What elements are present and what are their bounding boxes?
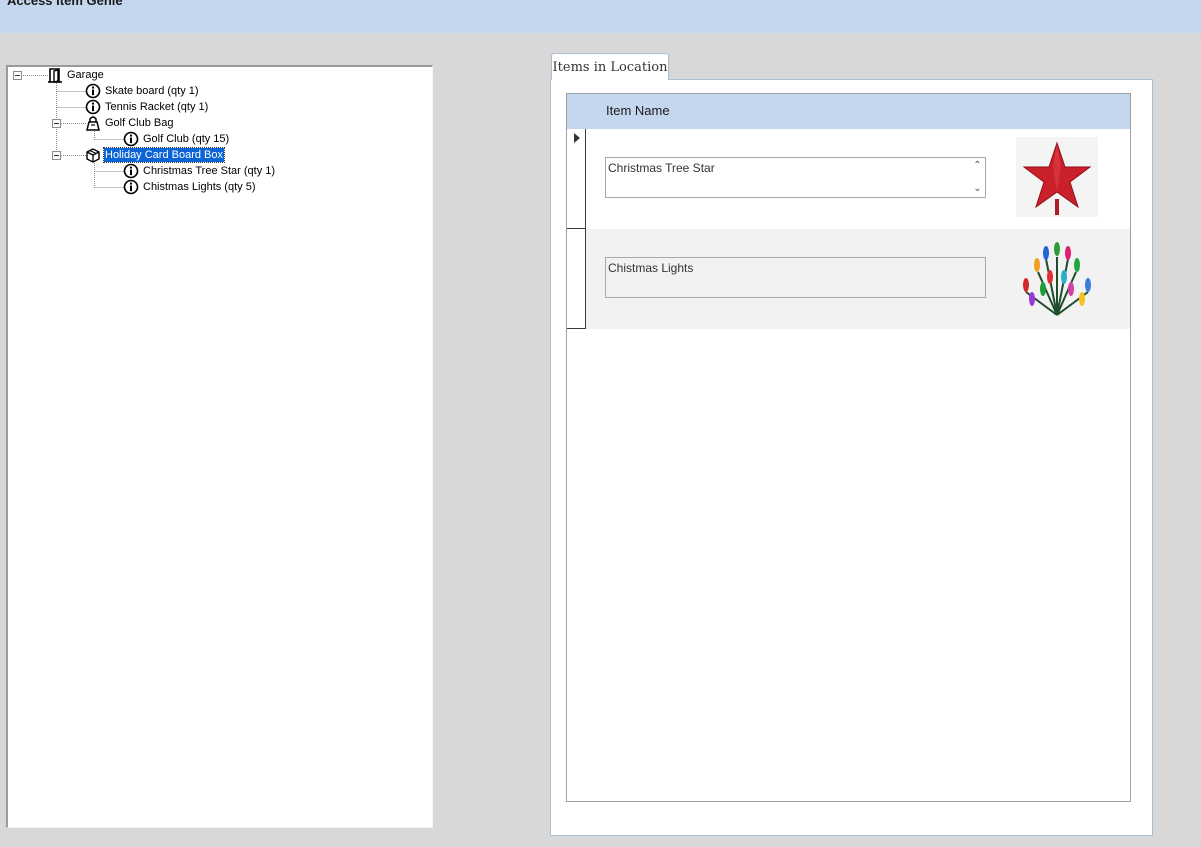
tree-node-label: Golf Club (qty 15) — [143, 133, 230, 145]
record-selector[interactable] — [567, 229, 586, 329]
tree-node-label: Skate board (qty 1) — [105, 85, 199, 97]
item-image — [1016, 137, 1098, 217]
string-lights-icon — [1023, 242, 1091, 316]
tree-node-holiday-card-board-box[interactable]: Holiday Card Board Box — [85, 147, 226, 163]
item-name-field[interactable]: Chistmas Lights — [605, 257, 986, 298]
tree-node-label: Garage — [67, 69, 104, 81]
list-item: Chistmas Lights — [567, 229, 1130, 329]
tree-node-tennis-racket[interactable]: Tennis Racket (qty 1) — [85, 99, 209, 115]
tree-node-golf-club[interactable]: Golf Club (qty 15) — [123, 131, 230, 147]
box-icon — [85, 147, 101, 163]
subform-header: Item Name — [567, 94, 1130, 129]
scroll-up-icon[interactable]: ⌃ — [973, 160, 981, 172]
app-title: Access Item Genie — [7, 0, 123, 8]
item-name-value: Christmas Tree Star — [608, 161, 715, 175]
info-icon — [85, 83, 101, 99]
list-item: Christmas Tree Star ⌃ ⌄ — [567, 129, 1130, 229]
item-name-value: Chistmas Lights — [608, 261, 694, 275]
info-icon — [123, 179, 139, 195]
item-name-column-header: Item Name — [606, 103, 670, 118]
item-name-field[interactable]: Christmas Tree Star ⌃ ⌄ — [605, 157, 986, 198]
info-icon — [85, 99, 101, 115]
info-icon — [123, 131, 139, 147]
items-subform: Item Name Christmas Tree Star ⌃ ⌄ Chistm… — [566, 93, 1131, 802]
info-icon — [123, 163, 139, 179]
title-bar: Access Item Genie — [0, 0, 1201, 33]
tree-node-skate-board[interactable]: Skate board (qty 1) — [85, 83, 200, 99]
tree-node-label: Chistmas Lights (qty 5) — [143, 181, 256, 193]
item-image — [1016, 237, 1098, 317]
scroll-down-icon[interactable]: ⌄ — [973, 183, 981, 195]
star-ornament-icon — [1022, 141, 1092, 215]
tree-node-label: Christmas Tree Star (qty 1) — [143, 165, 276, 177]
tree-node-christmas-tree-star[interactable]: Christmas Tree Star (qty 1) — [123, 163, 276, 179]
current-record-arrow-icon — [574, 133, 580, 143]
tree-node-label: Holiday Card Board Box — [102, 147, 226, 163]
door-icon — [47, 67, 63, 83]
tree-node-garage[interactable]: Garage — [47, 67, 105, 83]
tree-node-label: Tennis Racket (qty 1) — [105, 101, 209, 113]
collapse-holiday-box-button[interactable] — [52, 151, 61, 160]
bag-icon — [85, 115, 101, 131]
field-scrollbar[interactable]: ⌃ ⌄ — [970, 158, 985, 197]
location-tree[interactable]: Garage Skate board (qty 1) Tennis Racket… — [6, 65, 433, 828]
tree-node-christmas-lights[interactable]: Chistmas Lights (qty 5) — [123, 179, 256, 195]
tree-node-label: Golf Club Bag — [105, 117, 174, 129]
collapse-golf-club-bag-button[interactable] — [52, 119, 61, 128]
record-selector[interactable] — [567, 129, 586, 229]
collapse-garage-button[interactable] — [13, 71, 22, 80]
tree-node-golf-club-bag[interactable]: Golf Club Bag — [85, 115, 174, 131]
tab-items-in-location[interactable]: Items in Location — [551, 53, 669, 80]
